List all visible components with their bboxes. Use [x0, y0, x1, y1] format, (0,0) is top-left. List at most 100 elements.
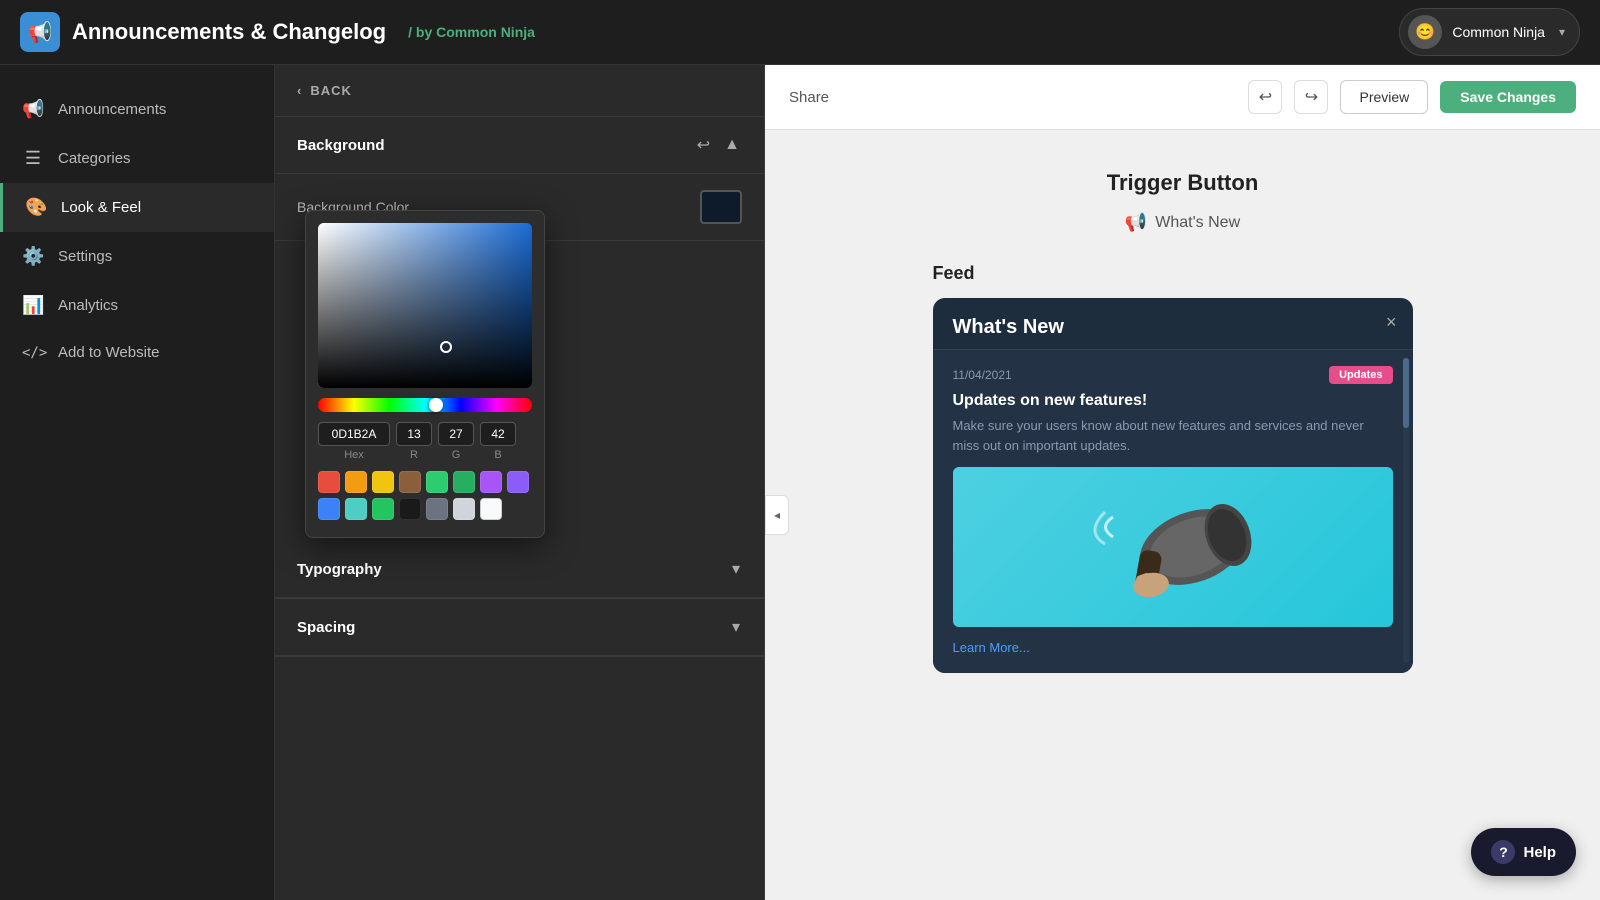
swatch-gray[interactable]	[426, 498, 448, 520]
analytics-icon: 📊	[22, 295, 44, 316]
feed-item-title: Updates on new features!	[953, 392, 1393, 410]
feed-card-title: What's New	[953, 316, 1064, 338]
share-button[interactable]: Share	[789, 89, 829, 106]
r-label: R	[410, 449, 418, 461]
feed-item-date: 11/04/2021	[953, 368, 1012, 382]
feed-title: Feed	[933, 263, 1433, 284]
top-bar-right: 😊 Common Ninja ▾	[1399, 8, 1580, 56]
feed-item-meta: 11/04/2021 Updates	[953, 366, 1393, 384]
trigger-section-title: Trigger Button	[1107, 170, 1259, 196]
trigger-section: Trigger Button 📢 What's New	[1107, 170, 1259, 233]
b-field: B	[480, 422, 516, 461]
help-question-mark: ?	[1499, 844, 1508, 860]
sidebar-item-label: Settings	[58, 248, 112, 265]
color-picker[interactable]: Hex R G B	[305, 210, 545, 538]
swatch-blue[interactable]	[318, 498, 340, 520]
swatch-orange[interactable]	[345, 471, 367, 493]
announcements-icon: 📢	[22, 99, 44, 120]
feed-item-badge: Updates	[1329, 366, 1392, 384]
swatch-red[interactable]	[318, 471, 340, 493]
swatch-white[interactable]	[480, 498, 502, 520]
hue-thumb[interactable]	[429, 398, 443, 412]
sidebar-item-look-feel[interactable]: 🎨 Look & Feel	[0, 183, 274, 232]
trigger-megaphone-icon: 📢	[1125, 212, 1147, 233]
g-input[interactable]	[438, 422, 474, 446]
swatch-yellow[interactable]	[372, 471, 394, 493]
typography-expand-icon[interactable]: ▾	[730, 557, 742, 581]
color-gradient[interactable]	[318, 223, 532, 388]
help-button[interactable]: ? Help	[1471, 828, 1576, 876]
hex-input[interactable]	[318, 422, 390, 446]
back-label: BACK	[310, 83, 352, 98]
user-name: Common Ninja	[1452, 24, 1545, 40]
sidebar-item-analytics[interactable]: 📊 Analytics	[0, 281, 274, 330]
close-icon: ×	[1386, 312, 1397, 332]
swatch-black[interactable]	[399, 498, 421, 520]
g-field: G	[438, 422, 474, 461]
reset-icon[interactable]: ↩	[695, 133, 712, 157]
swatch-green2[interactable]	[372, 498, 394, 520]
sidebar-item-label: Add to Website	[58, 344, 159, 361]
swatch-green[interactable]	[453, 471, 475, 493]
bg-color-swatch[interactable]	[700, 190, 742, 224]
scrollbar-thumb[interactable]	[1403, 358, 1409, 428]
spacing-section-header: Spacing ▾	[275, 599, 764, 656]
settings-icon: ⚙️	[22, 246, 44, 267]
collapse-chevron-icon: ◂	[774, 508, 780, 522]
redo-button[interactable]: ↪	[1294, 80, 1328, 114]
app-by: / by Common Ninja	[408, 24, 535, 40]
sidebar-item-settings[interactable]: ⚙️ Settings	[0, 232, 274, 281]
spacing-expand-icon[interactable]: ▾	[730, 615, 742, 639]
undo-icon: ↩	[1259, 87, 1272, 107]
sidebar-item-categories[interactable]: ☰ Categories	[0, 134, 274, 183]
typography-controls: ▾	[730, 557, 742, 581]
scrollbar-track[interactable]	[1403, 358, 1409, 663]
app-logo: 📢 Announcements & Changelog / by Common …	[20, 12, 535, 52]
feed-item-link[interactable]: Learn More...	[953, 640, 1030, 655]
r-input[interactable]	[396, 422, 432, 446]
add-to-website-icon: </>	[22, 345, 44, 361]
app-title: Announcements & Changelog	[72, 19, 386, 45]
swatch-purple-light[interactable]	[480, 471, 502, 493]
g-label: G	[452, 449, 461, 461]
preview-button[interactable]: Preview	[1340, 80, 1428, 114]
redo-icon: ↪	[1305, 87, 1318, 107]
back-button[interactable]: ‹ BACK	[275, 65, 764, 117]
sidebar-item-label: Analytics	[58, 297, 118, 314]
help-icon: ?	[1491, 840, 1515, 864]
spacing-section: Spacing ▾	[275, 599, 764, 657]
swatch-lime[interactable]	[426, 471, 448, 493]
spacing-controls: ▾	[730, 615, 742, 639]
sidebar-item-announcements[interactable]: 📢 Announcements	[0, 85, 274, 134]
b-input[interactable]	[480, 422, 516, 446]
sidebar-item-add-to-website[interactable]: </> Add to Website	[0, 330, 274, 375]
swatch-light-gray[interactable]	[453, 498, 475, 520]
color-swatches	[318, 471, 532, 520]
swatch-brown[interactable]	[399, 471, 421, 493]
user-badge[interactable]: 😊 Common Ninja ▾	[1399, 8, 1580, 56]
gradient-inner	[318, 223, 532, 388]
collapse-icon[interactable]: ▲	[722, 134, 742, 156]
collapse-handle[interactable]: ◂	[765, 495, 789, 535]
hue-slider[interactable]	[318, 398, 532, 412]
typography-section: Typography ▾	[275, 541, 764, 599]
swatches-row-1	[318, 471, 532, 493]
feed-section: Feed What's New × 11/04/2021 Update	[933, 263, 1433, 673]
megaphone-svg	[1063, 477, 1283, 617]
save-button[interactable]: Save Changes	[1440, 81, 1576, 113]
help-label: Help	[1523, 844, 1556, 861]
background-section-title: Background	[297, 137, 385, 154]
background-section-header: Background ↩ ▲	[275, 117, 764, 174]
feed-card: What's New × 11/04/2021 Updates Updates …	[933, 298, 1413, 673]
feed-card-close-button[interactable]: ×	[1386, 312, 1397, 333]
section-controls: ↩ ▲	[695, 133, 742, 157]
typography-section-header: Typography ▾	[275, 541, 764, 598]
undo-button[interactable]: ↩	[1248, 80, 1282, 114]
swatch-teal[interactable]	[345, 498, 367, 520]
whats-new-trigger[interactable]: 📢 What's New	[1125, 212, 1240, 233]
swatch-purple[interactable]	[507, 471, 529, 493]
look-feel-icon: 🎨	[25, 197, 47, 218]
hex-label: Hex	[344, 449, 364, 461]
typography-title: Typography	[297, 561, 382, 578]
feed-card-scroll[interactable]: 11/04/2021 Updates Updates on new featur…	[933, 339, 1413, 673]
